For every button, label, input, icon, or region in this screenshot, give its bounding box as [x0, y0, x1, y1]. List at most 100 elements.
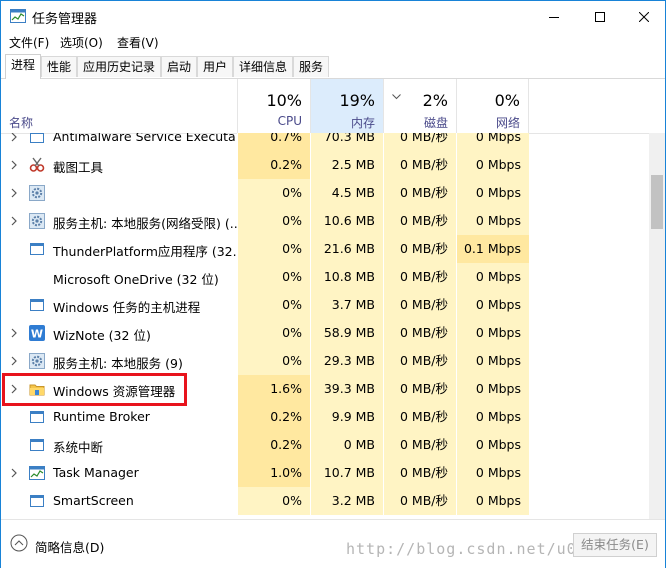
disk-cell: 0 MB/秒 [383, 179, 456, 207]
cpu-cell: 0% [237, 207, 310, 235]
window-title: 任务管理器 [32, 12, 98, 27]
memory-cell: 10.8 MB [310, 263, 383, 291]
expand-chevron-icon[interactable] [9, 467, 19, 479]
process-row[interactable]: 服务主机: 本地服务(网络受限) (... 0% 10.6 MB 0 MB/秒 0 Mb… [1, 207, 649, 235]
process-row[interactable]: 服务主机: 本地服务 (9) 0% 29.3 MB 0 MB/秒 0 Mbps [1, 347, 649, 375]
memory-cell: 4.5 MB [310, 179, 383, 207]
tab-details[interactable]: 详细信息 [233, 56, 293, 77]
process-row[interactable]: SmartScreen 0% 3.2 MB 0 MB/秒 0 Mbps [1, 487, 649, 515]
memory-cell: 3.7 MB [310, 291, 383, 319]
process-row[interactable]: Runtime Broker 0.2% 9.9 MB 0 MB/秒 0 Mbps [1, 403, 649, 431]
expand-chevron-icon[interactable] [9, 187, 19, 199]
gear-icon [29, 353, 45, 369]
memory-label: 内存 [350, 116, 375, 130]
process-row[interactable]: Windows 任务的主机进程 0% 3.7 MB 0 MB/秒 0 Mbps [1, 291, 649, 319]
process-name: Task Manager [53, 465, 139, 480]
network-cell: 0 Mbps [456, 459, 529, 487]
tab-strip: 进程 性能 应用历史记录 启动 用户 详细信息 服务 [1, 54, 665, 79]
network-total: 0% [494, 91, 520, 110]
vertical-scrollbar[interactable] [649, 133, 665, 519]
disk-cell: 0 MB/秒 [383, 375, 456, 403]
expand-chevron-icon[interactable] [9, 327, 19, 339]
process-name: ThunderPlatform应用程序 (32... [53, 244, 245, 259]
end-task-button[interactable]: 结束任务(E) [573, 533, 657, 557]
window-icon [29, 437, 45, 453]
cpu-cell: 0.7% [237, 133, 310, 151]
memory-cell: 21.6 MB [310, 235, 383, 263]
process-row[interactable]: Microsoft OneDrive (32 位) 0% 10.8 MB 0 MB/秒… [1, 263, 649, 291]
network-cell: 0.1 Mbps [456, 235, 529, 263]
wiznote-icon: W [29, 325, 45, 341]
menu-options[interactable]: 选项(O) [60, 34, 103, 51]
expand-chevron-icon[interactable] [9, 215, 19, 227]
window-icon [29, 493, 45, 509]
scrollbar-thumb[interactable] [651, 175, 663, 229]
tab-services[interactable]: 服务 [293, 56, 329, 77]
maximize-button[interactable] [577, 1, 623, 32]
tab-performance[interactable]: 性能 [41, 56, 77, 77]
expand-chevron-icon[interactable] [9, 133, 19, 143]
menu-view[interactable]: 查看(V) [117, 34, 159, 51]
disk-cell: 0 MB/秒 [383, 133, 456, 151]
expand-chevron-icon[interactable] [9, 355, 19, 367]
cpu-cell: 0% [237, 263, 310, 291]
process-name: 系统中断 [53, 440, 104, 455]
process-row[interactable]: 截图工具 0.2% 2.5 MB 0 MB/秒 0 Mbps [1, 151, 649, 179]
disk-cell: 0 MB/秒 [383, 487, 456, 515]
memory-cell: 10.7 MB [310, 459, 383, 487]
memory-cell: 29.3 MB [310, 347, 383, 375]
network-cell: 0 Mbps [456, 375, 529, 403]
disk-cell: 0 MB/秒 [383, 263, 456, 291]
tab-app-history[interactable]: 应用历史记录 [77, 56, 161, 77]
close-button[interactable] [621, 1, 666, 32]
column-memory-header[interactable]: 19% 内存 [310, 79, 383, 133]
column-name-header[interactable]: 名称 [9, 114, 33, 131]
cpu-cell: 0% [237, 235, 310, 263]
process-name: WizNote (32 位) [53, 328, 151, 343]
window-icon [29, 297, 45, 313]
collapse-up-icon[interactable] [10, 534, 28, 555]
menu-file[interactable]: 文件(F) [9, 34, 49, 51]
gear-icon [29, 213, 45, 229]
process-name: 服务主机: 本地服务 (9) [53, 356, 183, 371]
disk-cell: 0 MB/秒 [383, 207, 456, 235]
tab-users[interactable]: 用户 [197, 56, 233, 77]
memory-cell: 10.6 MB [310, 207, 383, 235]
snipping-tool-icon [29, 157, 45, 173]
highlight-box [2, 373, 187, 406]
cpu-cell: 0% [237, 179, 310, 207]
cpu-total: 10% [266, 91, 302, 110]
process-name: 截图工具 [53, 160, 104, 175]
disk-cell: 0 MB/秒 [383, 459, 456, 487]
tab-startup[interactable]: 启动 [161, 56, 197, 77]
memory-cell: 0 MB [310, 431, 383, 459]
process-name: SmartScreen [53, 493, 134, 508]
cpu-cell: 1.6% [237, 375, 310, 403]
process-name: 服务主机: 本地服务(网络受限) (... [53, 216, 242, 231]
memory-cell: 70.3 MB [310, 133, 383, 151]
process-row[interactable]: W WizNote (32 位) 0% 58.9 MB 0 MB/秒 0 Mbps [1, 319, 649, 347]
expand-chevron-icon[interactable] [9, 159, 19, 171]
process-row[interactable]: Antimalware Service Executa... 0.7% 70.3 M… [1, 133, 649, 151]
cpu-cell: 0.2% [237, 403, 310, 431]
memory-cell: 39.3 MB [310, 375, 383, 403]
title-bar[interactable]: 任务管理器 [1, 1, 665, 32]
column-disk-header[interactable]: 2% 磁盘 [383, 79, 456, 133]
task-manager-icon [10, 9, 26, 23]
cpu-cell: 0% [237, 291, 310, 319]
cpu-cell: 0.2% [237, 151, 310, 179]
process-row[interactable]: Task Manager 1.0% 10.7 MB 0 MB/秒 0 Mbps [1, 459, 649, 487]
process-row[interactable]: 0% 4.5 MB 0 MB/秒 0 Mbps [1, 179, 649, 207]
disk-label: 磁盘 [423, 116, 448, 130]
column-network-header[interactable]: 0% 网络 [456, 79, 529, 133]
tab-processes[interactable]: 进程 [5, 54, 41, 79]
network-label: 网络 [495, 116, 520, 130]
minimize-button[interactable] [531, 1, 577, 32]
column-cpu-header[interactable]: 10% CPU [237, 79, 310, 133]
fewer-details-link[interactable]: 简略信息(D) [35, 537, 104, 556]
process-name: Runtime Broker [53, 409, 150, 424]
process-row[interactable]: 系统中断 0.2% 0 MB 0 MB/秒 0 Mbps [1, 431, 649, 459]
footer: 简略信息(D) http://blog.csdn.net/u0... 结束任务(… [1, 519, 665, 568]
memory-cell: 2.5 MB [310, 151, 383, 179]
process-row[interactable]: ThunderPlatform应用程序 (32... 0% 21.6 MB 0 MB/… [1, 235, 649, 263]
